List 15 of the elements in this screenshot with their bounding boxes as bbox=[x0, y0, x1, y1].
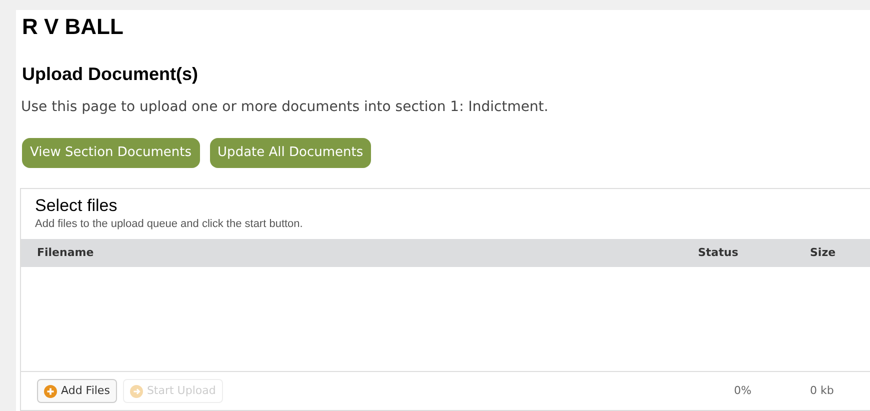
uploader-title: Select files bbox=[35, 195, 118, 216]
total-percent: 0% bbox=[734, 382, 752, 399]
column-header: Size bbox=[810, 244, 837, 260]
uploader-hint: Add files to the upload queue and click the start button. bbox=[35, 217, 304, 232]
action-button[interactable]: Update All Documents bbox=[210, 138, 372, 168]
arrow-icon bbox=[130, 384, 143, 398]
column-header: Filename bbox=[37, 244, 95, 260]
page-heading: Upload Document(s) bbox=[22, 65, 198, 83]
intro-text: Use this page to upload one or more documents into section 1: Indictment. bbox=[21, 98, 548, 117]
action-button[interactable]: View Section Documents bbox=[22, 138, 200, 168]
total-size: 0 kb bbox=[810, 382, 835, 399]
case-title: R V BALL bbox=[22, 16, 124, 38]
uploader-button[interactable]: Add Files bbox=[37, 379, 117, 403]
plus-icon bbox=[44, 384, 57, 398]
column-header: Status bbox=[698, 244, 740, 260]
